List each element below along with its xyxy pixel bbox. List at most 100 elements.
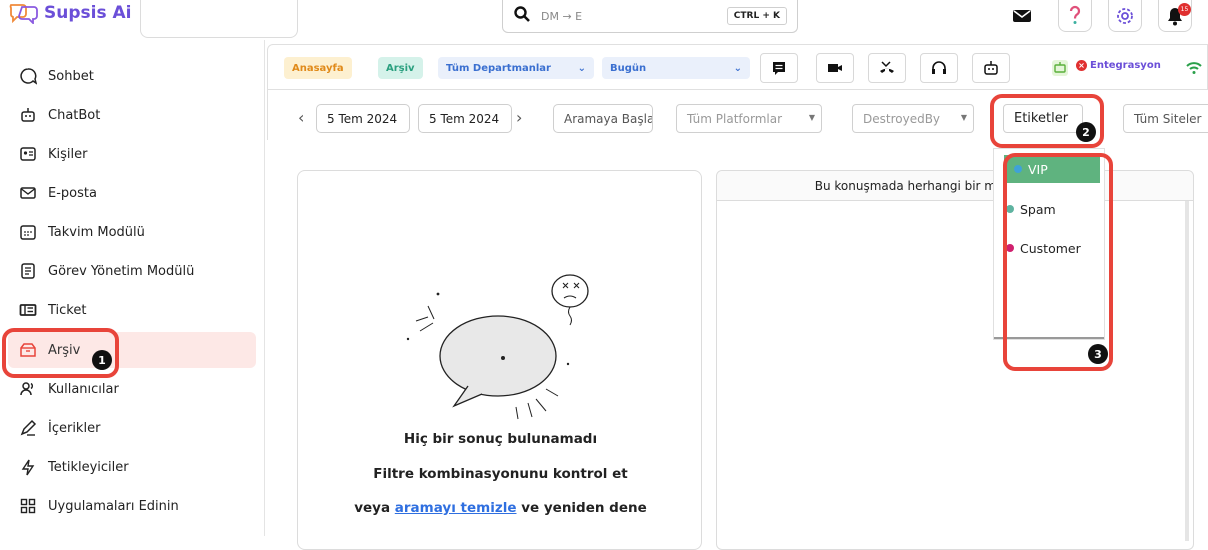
- empty-state-prefix: veya: [354, 500, 391, 516]
- department-select-label: Tüm Departmanlar: [446, 62, 551, 74]
- chevron-down-icon: ⌄: [577, 62, 586, 74]
- sidebar-item-label: Görev Yönetim Modülü: [48, 263, 195, 279]
- end-date-input[interactable]: 5 Tem 2024: [418, 104, 512, 133]
- sidebar-item-icerikler[interactable]: İçerikler: [8, 410, 256, 446]
- sidebar-item-kisiler[interactable]: Kişiler: [8, 136, 256, 172]
- robot-icon: [18, 106, 37, 125]
- app-name: Supsis Ai: [44, 3, 132, 23]
- error-icon: ×: [1076, 60, 1087, 71]
- video-filter-button[interactable]: [816, 53, 854, 83]
- task-list-icon: [18, 262, 37, 281]
- date-range-select[interactable]: Bugün ⌄: [602, 57, 750, 79]
- search-icon: [513, 5, 535, 27]
- department-select[interactable]: Tüm Departmanlar ⌄: [438, 57, 594, 79]
- mail-icon: [18, 184, 37, 203]
- caret-down-icon: ▼: [960, 113, 967, 122]
- ticket-icon: [18, 301, 37, 320]
- home-tab[interactable]: Anasayfa: [284, 57, 352, 79]
- wifi-icon: [1186, 60, 1202, 79]
- sidebar-item-label: Sohbet: [48, 68, 94, 84]
- sidebar-item-label: Uygulamaları Edinin: [48, 498, 179, 514]
- missed-call-filter-button[interactable]: [868, 53, 906, 83]
- sidebar-item-uygulamalar[interactable]: Uygulamaları Edinin: [8, 488, 256, 524]
- support-agent-filter-button[interactable]: [920, 53, 958, 83]
- headset-icon: [932, 61, 946, 74]
- settings-button[interactable]: [1108, 0, 1142, 32]
- sidebar-item-sohbet[interactable]: Sohbet: [8, 58, 256, 94]
- empty-state-title: Hiç bir sonuç bulunamadı: [403, 431, 598, 447]
- sidebar-item-label: E-posta: [48, 185, 97, 201]
- sidebar-item-label: Tetikleyiciler: [48, 459, 129, 475]
- integration-label: Entegrasyon: [1090, 60, 1161, 71]
- sidebar-item-label: İçerikler: [48, 420, 101, 436]
- sidebar-item-label: Takvim Modülü: [48, 224, 145, 240]
- scrollbar[interactable]: [1185, 201, 1189, 541]
- global-search[interactable]: DM → E CTRL + K: [502, 0, 798, 33]
- integration-bot-icon: [1050, 58, 1070, 82]
- caret-down-icon: ▼: [808, 113, 815, 122]
- agent-select[interactable]: DestroyedBy ▼: [852, 104, 974, 133]
- next-date-icon[interactable]: ›: [516, 108, 522, 127]
- sidebar-item-label: ChatBot: [48, 107, 101, 123]
- step-3-marker: 3: [1088, 344, 1108, 364]
- search-start-button[interactable]: Aramaya Başla: [553, 104, 653, 133]
- pen-icon: [18, 419, 37, 438]
- conversation-panel-header: Bu konuşmada herhangi bir mesaj bulunama…: [717, 171, 1193, 201]
- sidebar-item-label: Kullanıcılar: [48, 381, 119, 397]
- bot-filter-button[interactable]: [972, 53, 1010, 83]
- results-panel: Hiç bir sonuç bulunamadı Filtre kombinas…: [297, 170, 702, 550]
- step-2-marker: 2: [1076, 122, 1096, 142]
- toolbar: Anasayfa Arşiv Tüm Departmanlar ⌄ Bugün …: [267, 44, 1208, 90]
- help-button[interactable]: [1058, 0, 1092, 32]
- sidebar-item-takvim[interactable]: Takvim Modülü: [8, 214, 256, 250]
- robot-icon: [984, 61, 998, 75]
- video-camera-icon: [828, 64, 842, 72]
- agent-select-label: DestroyedBy: [863, 111, 941, 126]
- contact-card-icon: [18, 145, 37, 164]
- archive-tab[interactable]: Arşiv: [378, 57, 423, 79]
- sidebar-item-gorev[interactable]: Görev Yönetim Modülü: [8, 253, 256, 289]
- empty-state-hint: Filtre kombinasyonunu kontrol et: [373, 466, 628, 482]
- platform-select-label: Tüm Platformlar: [687, 111, 783, 126]
- sidebar-item-chatbot[interactable]: ChatBot: [8, 97, 256, 133]
- start-date-input[interactable]: 5 Tem 2024: [316, 104, 410, 133]
- sidebar-item-label: Kişiler: [48, 146, 88, 162]
- message-icon: [773, 62, 785, 75]
- sidebar-item-tetikleyiciler[interactable]: Tetikleyiciler: [8, 449, 256, 485]
- apps-grid-icon: [18, 497, 37, 516]
- sites-select[interactable]: Tüm Siteler: [1123, 104, 1208, 133]
- sidebar-item-label: Ticket: [48, 302, 87, 318]
- prev-date-icon[interactable]: ‹: [298, 108, 304, 127]
- shortcut-badge: CTRL + K: [726, 7, 787, 25]
- top-bar: Supsis Ai DM → E CTRL + K 15: [0, 0, 1208, 40]
- messages-filter-button[interactable]: [760, 53, 798, 83]
- notification-count-badge: 15: [1178, 3, 1191, 16]
- empty-state-illustration: [406, 274, 589, 420]
- platform-select[interactable]: Tüm Platformlar ▼: [676, 104, 822, 133]
- chevron-down-icon: ⌄: [733, 62, 742, 74]
- sidebar: Sohbet ChatBot Kişiler E-posta Takvim Mo…: [0, 50, 265, 536]
- empty-state-suffix: ve yeniden dene: [521, 500, 647, 516]
- gear-icon: [1117, 7, 1133, 24]
- mail-icon[interactable]: [1012, 8, 1032, 28]
- search-placeholder: DM → E: [541, 9, 583, 23]
- users-icon: [18, 380, 37, 399]
- date-range-select-label: Bugün: [610, 62, 647, 74]
- chat-icon: [18, 67, 37, 86]
- sites-select-label: Tüm Siteler: [1134, 111, 1202, 126]
- missed-call-icon: [880, 61, 894, 73]
- clear-search-link[interactable]: aramayı temizle: [395, 500, 517, 516]
- highlight-tags-dropdown: [1003, 153, 1113, 371]
- workspace-box[interactable]: [140, 0, 298, 38]
- logo-icon: [8, 2, 40, 24]
- empty-state-action-line: veya aramayı temizle ve yeniden dene: [298, 500, 703, 516]
- integration-status[interactable]: × Entegrasyon: [1076, 60, 1161, 71]
- lightning-icon: [18, 458, 37, 477]
- help-icon: [1069, 5, 1081, 24]
- conversation-panel: Bu konuşmada herhangi bir mesaj bulunama…: [716, 170, 1194, 550]
- calendar-icon: [18, 223, 37, 242]
- sidebar-item-ticket[interactable]: Ticket: [8, 292, 256, 328]
- sidebar-item-eposta[interactable]: E-posta: [8, 175, 256, 211]
- step-1-marker: 1: [92, 350, 112, 370]
- app-logo[interactable]: Supsis Ai: [8, 2, 131, 24]
